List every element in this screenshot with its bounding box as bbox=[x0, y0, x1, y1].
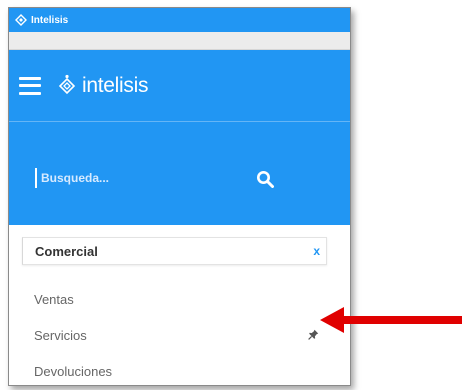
menu-item-label: Servicios bbox=[34, 327, 87, 343]
intelisis-logo-icon bbox=[15, 14, 27, 26]
section-title: Comercial bbox=[35, 243, 98, 259]
search-panel bbox=[9, 121, 350, 225]
intelisis-logo-icon bbox=[58, 74, 76, 94]
menu-list: Ventas Servicios Devoluciones bbox=[22, 281, 350, 385]
window-titlebar[interactable]: Intelisis bbox=[9, 8, 350, 32]
menu-item-label: Devoluciones bbox=[34, 363, 113, 379]
hamburger-menu-icon[interactable] bbox=[19, 76, 41, 95]
menu-area: Comercial x Ventas Servicios Devolucione… bbox=[9, 225, 350, 385]
search-field[interactable] bbox=[35, 167, 285, 189]
red-arrow-annotation bbox=[320, 307, 462, 333]
text-caret bbox=[35, 168, 37, 188]
menu-item-servicios[interactable]: Servicios bbox=[22, 317, 327, 353]
search-icon[interactable] bbox=[256, 170, 274, 188]
app-header: intelisis bbox=[9, 50, 350, 121]
window-title: Intelisis bbox=[31, 14, 69, 26]
logo-text: intelisis bbox=[82, 73, 149, 97]
menu-item-ventas[interactable]: Ventas bbox=[22, 281, 327, 317]
close-section-button[interactable]: x bbox=[313, 244, 320, 258]
app-logo: intelisis bbox=[55, 74, 148, 98]
app-window: Intelisis intelisis Comercial x bbox=[8, 7, 351, 386]
toolbar-strip bbox=[9, 32, 350, 50]
search-input[interactable] bbox=[41, 171, 241, 185]
menu-item-devoluciones[interactable]: Devoluciones bbox=[22, 353, 327, 385]
section-header-comercial[interactable]: Comercial x bbox=[22, 237, 327, 265]
menu-item-label: Ventas bbox=[34, 291, 74, 307]
pin-icon[interactable] bbox=[308, 329, 319, 340]
